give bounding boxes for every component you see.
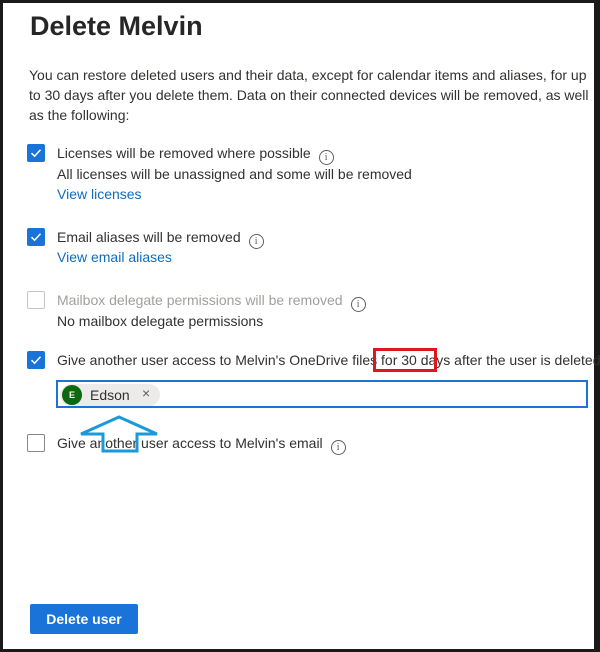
info-icon[interactable]: i — [248, 234, 264, 249]
onedrive-access-checkbox[interactable] — [27, 351, 45, 369]
user-avatar: E — [62, 385, 82, 405]
remove-user-icon[interactable]: × — [142, 385, 150, 401]
option-label-text: Mailbox delegate permissions will be rem… — [57, 292, 343, 308]
selected-user-name: Edson — [90, 387, 130, 403]
option-label: Mailbox delegate permissions will be rem… — [57, 291, 366, 312]
email-access-checkbox[interactable] — [27, 434, 45, 452]
checkmark-icon — [30, 149, 42, 158]
info-icon[interactable]: i — [318, 150, 334, 165]
up-arrow-annotation-icon — [80, 415, 158, 453]
selected-user-chip[interactable]: E Edson × — [60, 384, 160, 406]
onedrive-user-picker[interactable]: E Edson × — [56, 380, 588, 408]
option-label-text: Email aliases will be removed — [57, 229, 241, 245]
info-icon[interactable]: i — [330, 440, 346, 455]
checkmark-icon — [30, 233, 42, 242]
option-label-text: Licenses will be removed where possible — [57, 145, 311, 161]
option-subtext: No mailbox delegate permissions — [57, 313, 264, 329]
info-icon[interactable]: i — [350, 297, 366, 312]
checkmark-icon — [30, 356, 42, 365]
highlight-30-days-box — [373, 348, 437, 372]
option-label: Give another user access to Melvin's One… — [57, 352, 600, 368]
view-licenses-link[interactable]: View licenses — [57, 185, 142, 203]
mailbox-delegate-checkbox — [27, 291, 45, 309]
page-title: Delete Melvin — [30, 11, 203, 41]
licenses-checkbox[interactable] — [27, 144, 45, 162]
option-label: Licenses will be removed where possible i — [57, 144, 334, 165]
view-email-aliases-link[interactable]: View email aliases — [57, 248, 172, 266]
delete-user-button[interactable]: Delete user — [30, 604, 138, 634]
option-subtext: All licenses will be unassigned and some… — [57, 166, 412, 182]
option-label: Email aliases will be removed i — [57, 228, 264, 249]
email-aliases-checkbox[interactable] — [27, 228, 45, 246]
intro-text: You can restore deleted users and their … — [29, 67, 589, 123]
